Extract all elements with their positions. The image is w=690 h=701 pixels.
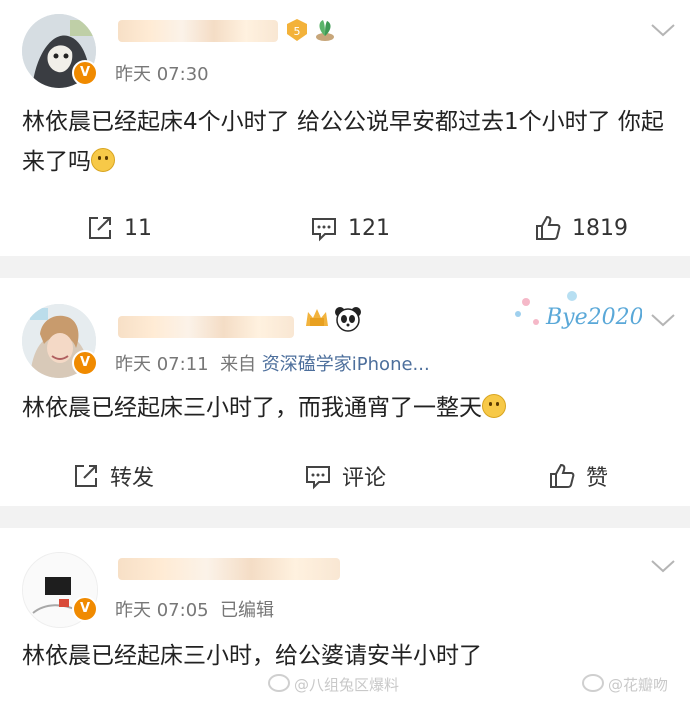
plant-icon [312,16,338,46]
post-2: V Bye2020 昨天 07:11 来自 资深磕学家iPhone... 林依晨… [0,278,690,506]
thumbs-up-icon [550,463,575,488]
repost-label: 转发 [110,466,155,491]
chevron-down-icon[interactable] [650,22,676,38]
bye2020-card-decoration: Bye2020 [512,288,644,342]
source-link[interactable]: 资深磕学家iPhone... [262,354,430,375]
post-1: V 5 昨天 07:30 林依晨已经起床4个小时了 给公公说早安都过去1个小时了… [0,0,690,256]
post-content: 林依晨已经起床三小时了，而我通宵了一整天 [22,388,672,428]
repost-button[interactable]: 11 [86,208,152,248]
comment-icon [312,218,336,242]
timestamp: 昨天 07:11 [115,354,209,375]
sleepy-emoji-icon [482,394,506,418]
repost-count: 11 [124,215,152,241]
watermark-right: @花瓣吻 [582,674,668,695]
post-content: 林依晨已经起床4个小时了 给公公说早安都过去1个小时了 你起来了吗 [22,102,672,182]
repost-button[interactable]: 转发 [72,456,154,496]
comment-button[interactable]: 121 [310,208,390,248]
post-text: 林依晨已经起床4个小时了 给公公说早安都过去1个小时了 你起来了吗 [22,109,664,175]
comment-label: 评论 [342,466,387,491]
post-meta: 昨天 07:11 来自 资深磕学家iPhone... [115,350,430,376]
action-bar: 11 121 1819 [0,208,690,248]
timestamp: 昨天 07:05 [115,600,209,621]
username-blurred[interactable] [118,20,278,42]
action-bar: 转发 评论 赞 [0,456,690,496]
post-time: 昨天 07:30 [115,60,209,86]
weibo-logo-icon [268,674,290,692]
card-label: Bye2020 [545,305,642,330]
post-text: 林依晨已经起床三小时了，而我通宵了一整天 [22,395,482,421]
like-count: 1819 [572,215,628,241]
crown-icon [304,306,330,334]
thumbs-up-icon [536,215,561,240]
comment-button[interactable]: 评论 [304,456,386,496]
username-blurred[interactable] [118,316,294,338]
verified-badge: V [72,350,98,376]
username-blurred[interactable] [118,558,340,580]
watermark-text: @花瓣吻 [608,676,669,694]
edited-label: 已编辑 [220,600,275,621]
like-button[interactable]: 赞 [548,456,608,496]
repost-icon [89,217,111,239]
level-badge-icon: 5 [286,18,308,46]
comment-icon [306,466,330,490]
chevron-down-icon[interactable] [650,312,676,328]
verified-badge: V [72,596,98,622]
post-meta: 昨天 07:05 已编辑 [115,596,274,622]
post-separator [0,256,690,278]
chevron-down-icon[interactable] [650,558,676,574]
post-separator [0,506,690,528]
like-label: 赞 [586,466,609,491]
post-text: 林依晨已经起床三小时，给公婆请安半小时了 [22,643,482,669]
panda-icon [334,306,362,336]
timestamp: 昨天 07:30 [115,64,209,85]
svg-text:5: 5 [294,25,301,38]
comment-count: 121 [348,215,390,241]
smile-emoji-icon [91,148,115,172]
source-prefix: 来自 [220,354,257,375]
watermark-text: @八组兔区爆料 [294,676,400,694]
watermark-left: @八组兔区爆料 [268,674,399,695]
like-button[interactable]: 1819 [534,208,628,248]
repost-icon [75,465,97,487]
verified-badge: V [72,60,98,86]
post-3: V 昨天 07:05 已编辑 林依晨已经起床三小时，给公婆请安半小时了 @八组兔… [0,528,690,701]
weibo-logo-icon [582,674,604,692]
post-content: 林依晨已经起床三小时，给公婆请安半小时了 [22,636,672,676]
